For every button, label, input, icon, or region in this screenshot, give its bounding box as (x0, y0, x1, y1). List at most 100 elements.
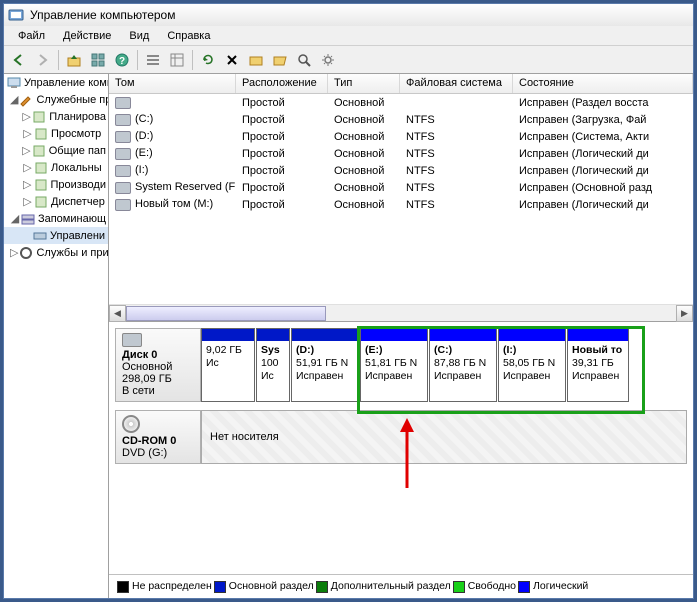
column-header[interactable]: Том (109, 74, 236, 93)
volume-row[interactable]: (E:)ПростойОсновнойNTFSИсправен (Логичес… (109, 145, 693, 162)
storage-icon (20, 211, 36, 227)
refresh-icon (201, 53, 215, 67)
tree-sys-item[interactable]: ▷Планирова (4, 108, 108, 125)
volume-row[interactable]: System Reserved (F:)ПростойОсновнойNTFSИ… (109, 179, 693, 196)
partition[interactable]: (I:)58,05 ГБ NИсправен (498, 328, 566, 402)
disk-mgmt-icon (32, 228, 48, 244)
nav-tree[interactable]: Управление комп ◢Служебные пр ▷Планирова… (4, 74, 109, 598)
disk-graphical-view: Диск 0 Основной 298,09 ГБ В сети 9,02 ГБ… (109, 322, 693, 574)
list-icon (146, 53, 160, 67)
menu-view[interactable]: Вид (121, 28, 157, 44)
partition-info: Sys100Ис (257, 341, 289, 401)
arrow-annotation-icon (397, 418, 417, 488)
partition[interactable]: Новый то39,31 ГБИсправен (567, 328, 629, 402)
tree-sys-item[interactable]: ▷Просмотр (4, 125, 108, 142)
tree-label: Службы и при (36, 247, 108, 259)
tree-sys-item[interactable]: ▷Производи (4, 176, 108, 193)
column-header[interactable]: Расположение (236, 74, 328, 93)
partition-info: Новый то39,31 ГБИсправен (568, 341, 628, 401)
help-button[interactable]: ? (111, 49, 133, 71)
partition-info: (I:)58,05 ГБ NИсправен (499, 341, 565, 401)
settings-button[interactable] (317, 49, 339, 71)
volume-icon (115, 114, 131, 126)
menubar: Файл Действие Вид Справка (4, 26, 693, 46)
partition[interactable]: Sys100Ис (256, 328, 290, 402)
magnifier-icon (297, 53, 311, 67)
refresh-button[interactable] (197, 49, 219, 71)
tree-services[interactable]: ▷Службы и при (4, 244, 108, 261)
legend-item: Основной раздел (214, 580, 314, 592)
column-header[interactable]: Тип (328, 74, 400, 93)
partition-info: 9,02 ГБИс (202, 341, 254, 401)
find-button[interactable] (293, 49, 315, 71)
volume-row[interactable]: (D:)ПростойОсновнойNTFSИсправен (Система… (109, 128, 693, 145)
back-button[interactable] (8, 49, 30, 71)
detail-icon (170, 53, 184, 67)
menu-action[interactable]: Действие (55, 28, 119, 44)
list-body[interactable]: ПростойОсновнойИсправен (Раздел восста(C… (109, 94, 693, 304)
up-button[interactable] (63, 49, 85, 71)
partition[interactable]: (C:)87,88 ГБ NИсправен (429, 328, 497, 402)
item-icon (31, 143, 47, 159)
window-title: Управление компьютером (30, 8, 175, 22)
tree-label: Общие пап (49, 145, 106, 157)
question-icon: ? (115, 53, 129, 67)
tree-label: Управление комп (24, 77, 109, 89)
delete-button[interactable] (221, 49, 243, 71)
partition[interactable]: (D:)51,91 ГБ NИсправен (291, 328, 359, 402)
partition-color-bar (499, 329, 565, 341)
cdrom-header[interactable]: CD-ROM 0 DVD (G:) (115, 410, 201, 464)
volume-icon (115, 97, 131, 109)
folder-icon (249, 53, 263, 67)
legend-swatch (316, 581, 328, 593)
forward-button[interactable] (32, 49, 54, 71)
volume-row[interactable]: Новый том (M:)ПростойОсновнойNTFSИсправе… (109, 196, 693, 213)
volume-row[interactable]: (C:)ПростойОсновнойNTFSИсправен (Загрузк… (109, 111, 693, 128)
scroll-track[interactable] (326, 306, 676, 321)
titlebar[interactable]: Управление компьютером (4, 4, 693, 26)
item-icon (31, 109, 47, 125)
partition-color-bar (202, 329, 254, 341)
legend-item: Дополнительный раздел (316, 580, 451, 592)
partition[interactable]: (E:)51,81 ГБ NИсправен (360, 328, 428, 402)
open-button[interactable] (245, 49, 267, 71)
scroll-right-button[interactable]: ▶ (676, 305, 693, 322)
tree-root[interactable]: Управление комп (4, 74, 108, 91)
volume-row[interactable]: ПростойОсновнойИсправен (Раздел восста (109, 94, 693, 111)
list-header[interactable]: ТомРасположениеТипФайловая системаСостоя… (109, 74, 693, 94)
detail-button[interactable] (166, 49, 188, 71)
properties-button[interactable] (87, 49, 109, 71)
tree-sys-item[interactable]: ▷Локальны (4, 159, 108, 176)
disk-header-0[interactable]: Диск 0 Основной 298,09 ГБ В сети (115, 328, 201, 402)
scroll-left-button[interactable]: ◀ (109, 305, 126, 322)
toolbar: ? (4, 46, 693, 74)
partition[interactable]: 9,02 ГБИс (201, 328, 255, 402)
cdrom-no-media[interactable]: Нет носителя (201, 410, 687, 464)
column-header[interactable]: Файловая система (400, 74, 513, 93)
volume-row[interactable]: (I:)ПростойОсновнойNTFSИсправен (Логичес… (109, 162, 693, 179)
menu-help[interactable]: Справка (159, 28, 218, 44)
tree-label: Диспетчер (51, 196, 105, 208)
tree-sys-item[interactable]: ▷Диспетчер (4, 193, 108, 210)
menu-file[interactable]: Файл (10, 28, 53, 44)
cd-icon (122, 415, 140, 433)
open2-button[interactable] (269, 49, 291, 71)
gear-icon (321, 53, 335, 67)
item-icon (33, 126, 49, 142)
list-button[interactable] (142, 49, 164, 71)
arrow-left-icon (12, 53, 26, 67)
tree-disk-management[interactable]: Управлени (4, 227, 108, 244)
column-header[interactable]: Состояние (513, 74, 693, 93)
partition-info: (C:)87,88 ГБ NИсправен (430, 341, 496, 401)
item-icon (33, 160, 49, 176)
scroll-thumb[interactable] (126, 306, 326, 321)
item-icon (33, 194, 49, 210)
app-icon (8, 7, 24, 23)
toolbar-separator (58, 50, 59, 70)
tree-sys-item[interactable]: ▷Общие пап (4, 142, 108, 159)
horizontal-scrollbar[interactable]: ◀ ▶ (109, 304, 693, 321)
services-icon (18, 245, 34, 261)
tree-storage[interactable]: ◢Запоминающ (4, 210, 108, 227)
tree-system-tools[interactable]: ◢Служебные пр (4, 91, 108, 108)
tree-label: Локальны (51, 162, 102, 174)
